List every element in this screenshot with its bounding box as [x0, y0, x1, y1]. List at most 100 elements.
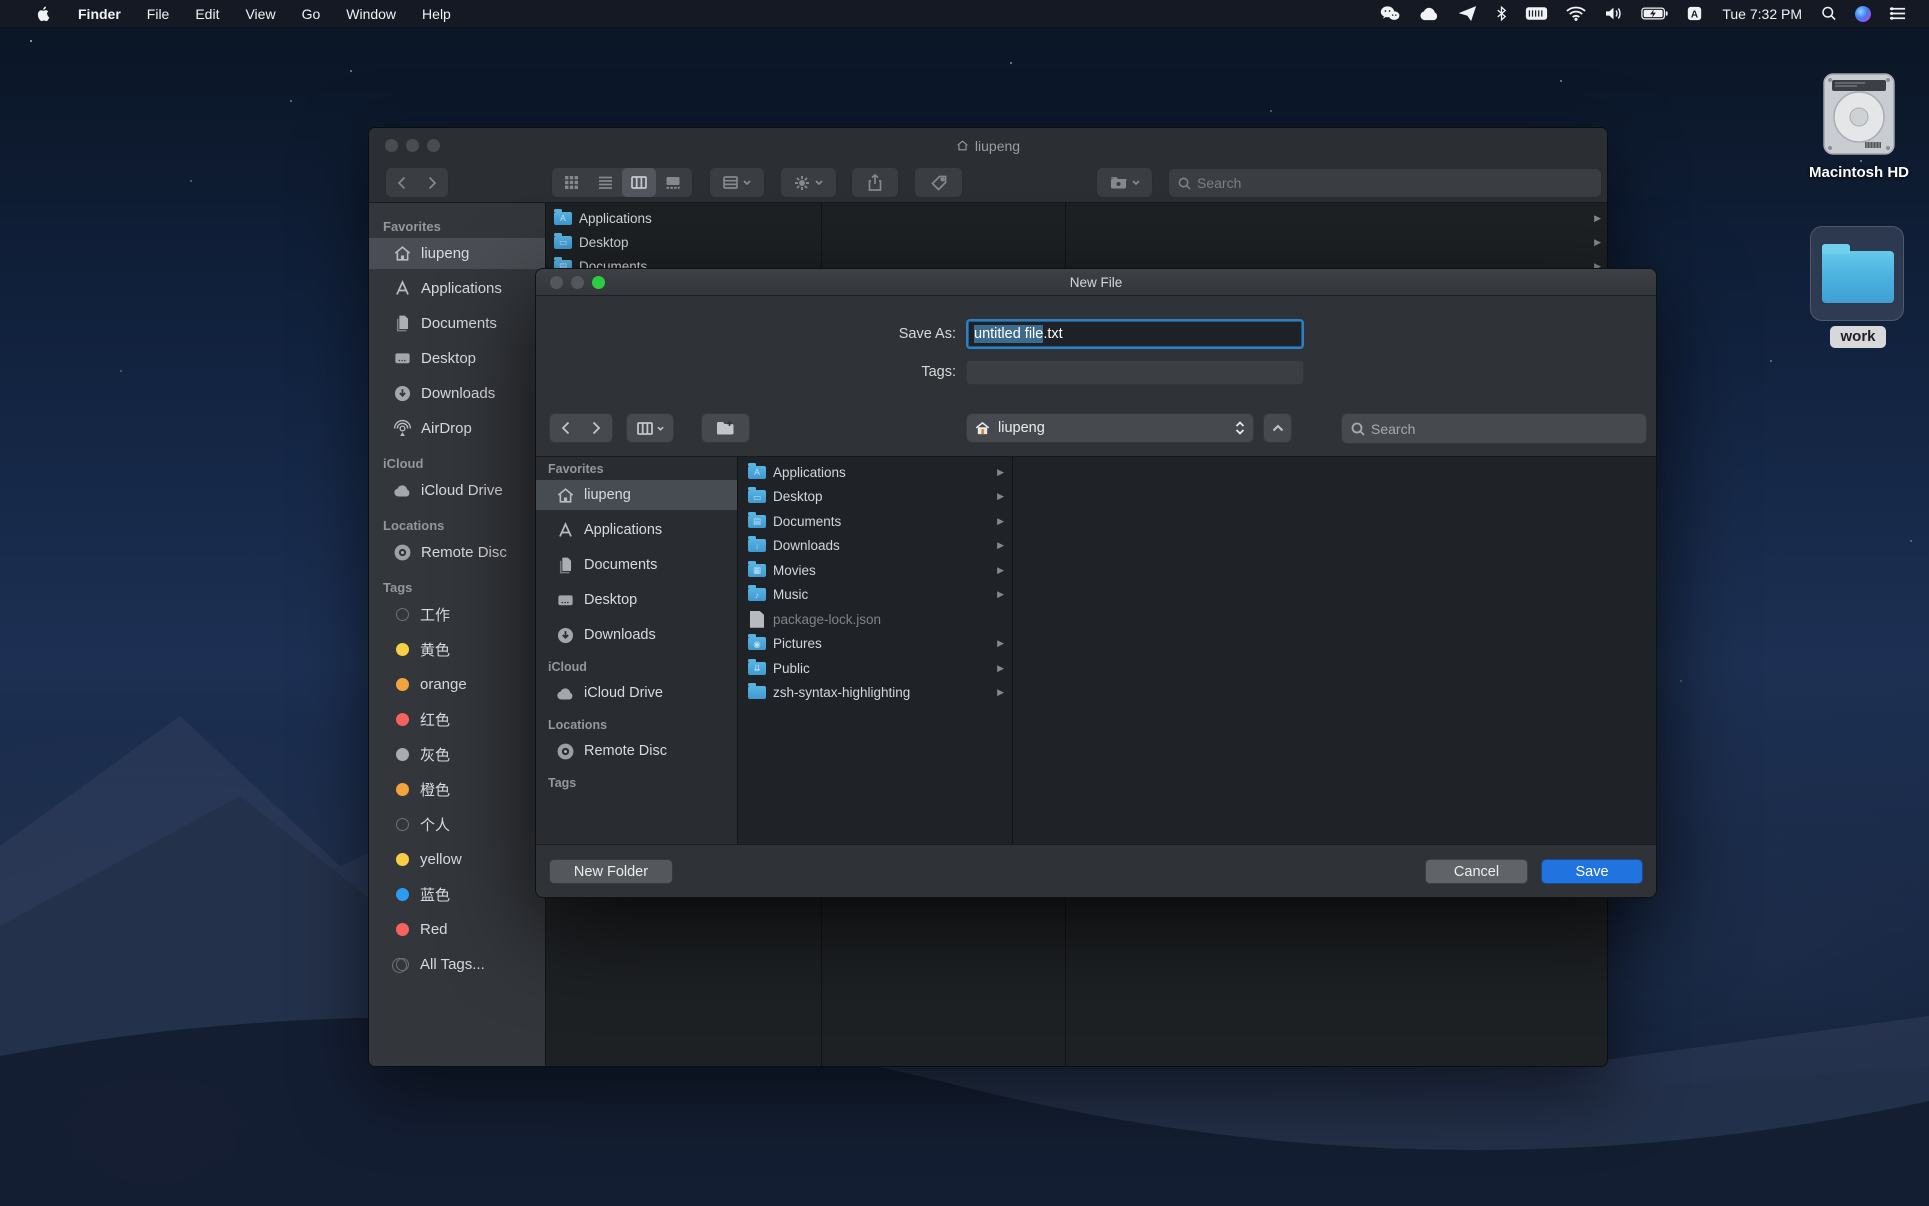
file-row[interactable]: ▭ Desktop ▶ [546, 230, 1607, 254]
wifi-icon[interactable] [1557, 0, 1595, 27]
input-source-icon[interactable]: A [1677, 0, 1712, 27]
sidebar-tag[interactable]: 工作 [369, 599, 545, 630]
folder-action-button[interactable] [1096, 167, 1153, 198]
close-button[interactable] [385, 139, 398, 152]
file-row[interactable]: ▭ Desktop ▶ [738, 485, 1012, 510]
save-button[interactable]: Save [1541, 859, 1643, 884]
sidebar-item-remote-disc[interactable]: Remote Disc [369, 537, 545, 568]
menu-finder[interactable]: Finder [65, 0, 134, 27]
file-row[interactable]: ⇊ Public ▶ [738, 656, 1012, 681]
sidebar-tag[interactable]: 蓝色 [369, 879, 545, 910]
file-row[interactable]: ▦ Movies ▶ [738, 558, 1012, 583]
view-mode-group[interactable] [551, 167, 693, 198]
tags-input[interactable] [966, 360, 1304, 385]
menu-edit[interactable]: Edit [182, 0, 232, 27]
dialog-titlebar[interactable]: New File [536, 269, 1656, 296]
save-as-label: Save As: [836, 326, 956, 342]
sidebar-item-desktop[interactable]: Desktop [536, 585, 737, 615]
file-row[interactable]: ♪ Music ▶ [738, 583, 1012, 608]
sidebar-item-icloud-drive[interactable]: iCloud Drive [369, 475, 545, 506]
back-icon[interactable] [550, 414, 581, 442]
notification-center-icon[interactable] [1880, 0, 1915, 27]
volume-icon[interactable] [1595, 0, 1632, 27]
sidebar-item-applications[interactable]: Applications [369, 273, 545, 304]
desktop-icon-macintosh-hd[interactable]: Macintosh HD [1800, 72, 1918, 181]
dialog-search-field[interactable] [1341, 413, 1647, 444]
search-input[interactable] [1371, 421, 1637, 437]
file-row[interactable]: ▤ Documents ▶ [738, 509, 1012, 534]
sidebar-item-downloads[interactable]: Downloads [369, 378, 545, 409]
file-row[interactable]: A Applications ▶ [738, 460, 1012, 485]
sidebar-tag[interactable]: orange [369, 669, 545, 700]
file-row[interactable]: package-lock.json [738, 607, 1012, 632]
minimize-button[interactable] [406, 139, 419, 152]
apple-menu-icon[interactable] [22, 0, 65, 27]
spotlight-icon[interactable] [1812, 0, 1846, 27]
menu-go[interactable]: Go [289, 0, 334, 27]
back-forward-buttons[interactable] [549, 413, 613, 443]
desktop-icon-work[interactable]: work [1810, 226, 1906, 348]
forward-icon[interactable] [581, 414, 612, 442]
sidebar-item-liupeng[interactable]: liupeng [536, 480, 737, 510]
dialog-file-column: A Applications ▶ ▭ Desktop ▶ ▤ Documents… [738, 457, 1013, 846]
siri-icon[interactable] [1846, 0, 1880, 27]
expand-panel-button[interactable] [1263, 413, 1292, 443]
sidebar-item-airdrop[interactable]: AirDrop [369, 413, 545, 444]
file-row[interactable]: ◉ Pictures ▶ [738, 632, 1012, 657]
keyboard-input-icon[interactable] [1516, 0, 1557, 27]
menu-help[interactable]: Help [409, 0, 464, 27]
gallery-view-icon[interactable] [656, 168, 690, 197]
cloud-icon[interactable] [1410, 0, 1449, 27]
zoom-button[interactable] [427, 139, 440, 152]
view-mode-button[interactable] [626, 413, 674, 443]
sidebar-item-desktop[interactable]: Desktop [369, 343, 545, 374]
sidebar-tag[interactable]: 灰色 [369, 739, 545, 770]
location-dropdown[interactable]: liupeng [966, 413, 1254, 443]
share-button[interactable] [851, 167, 899, 198]
back-forward-buttons[interactable] [385, 167, 449, 198]
sidebar-tag[interactable]: Red [369, 914, 545, 945]
menu-window[interactable]: Window [333, 0, 409, 27]
sidebar-tag[interactable]: yellow [369, 844, 545, 875]
sidebar-tag[interactable]: 橙色 [369, 774, 545, 805]
finder-search-field[interactable] [1168, 168, 1602, 198]
sidebar-item-applications[interactable]: Applications [536, 515, 737, 545]
cancel-button[interactable]: Cancel [1425, 859, 1528, 884]
new-folder-button[interactable]: New Folder [549, 859, 673, 884]
close-button[interactable] [550, 276, 563, 289]
filename-input[interactable]: untitled file.txt [966, 319, 1304, 349]
sidebar-tag[interactable]: 个人 [369, 809, 545, 840]
bluetooth-icon[interactable] [1487, 0, 1516, 27]
search-input[interactable] [1197, 175, 1592, 191]
minimize-button[interactable] [571, 276, 584, 289]
back-icon[interactable] [386, 168, 417, 197]
battery-charging-icon[interactable] [1632, 0, 1677, 27]
column-view-icon[interactable] [622, 168, 656, 197]
finder-titlebar[interactable]: liupeng [369, 128, 1607, 163]
group-by-button[interactable] [709, 167, 765, 198]
icon-view-icon[interactable] [554, 168, 588, 197]
file-row[interactable]: zsh-syntax-highlighting ▶ [738, 681, 1012, 706]
sidebar-tag-all-tags[interactable]: All Tags... [369, 949, 545, 980]
forward-icon[interactable] [417, 168, 448, 197]
action-gear-button[interactable] [780, 167, 837, 198]
sidebar-tag[interactable]: 红色 [369, 704, 545, 735]
wechat-icon[interactable] [1370, 0, 1410, 27]
file-row[interactable]: A Applications ▶ [546, 206, 1607, 230]
sidebar-item-downloads[interactable]: Downloads [536, 620, 737, 650]
list-view-icon[interactable] [588, 168, 622, 197]
sidebar-item-documents[interactable]: Documents [536, 550, 737, 580]
new-folder-toolbar-button[interactable] [701, 413, 750, 443]
zoom-button[interactable] [592, 276, 605, 289]
tag-button[interactable] [914, 167, 963, 198]
sidebar-item-remote-disc[interactable]: Remote Disc [536, 736, 737, 766]
sidebar-item-liupeng[interactable]: liupeng [369, 238, 545, 269]
file-row[interactable]: ↓ Downloads ▶ [738, 534, 1012, 559]
sidebar-tag[interactable]: 黄色 [369, 634, 545, 665]
sidebar-item-documents[interactable]: Documents [369, 308, 545, 339]
sidebar-item-icloud-drive[interactable]: iCloud Drive [536, 678, 737, 708]
paper-plane-icon[interactable] [1449, 0, 1487, 27]
menu-view[interactable]: View [232, 0, 288, 27]
menu-file[interactable]: File [134, 0, 183, 27]
menubar-clock[interactable]: Tue 7:32 PM [1712, 6, 1812, 22]
